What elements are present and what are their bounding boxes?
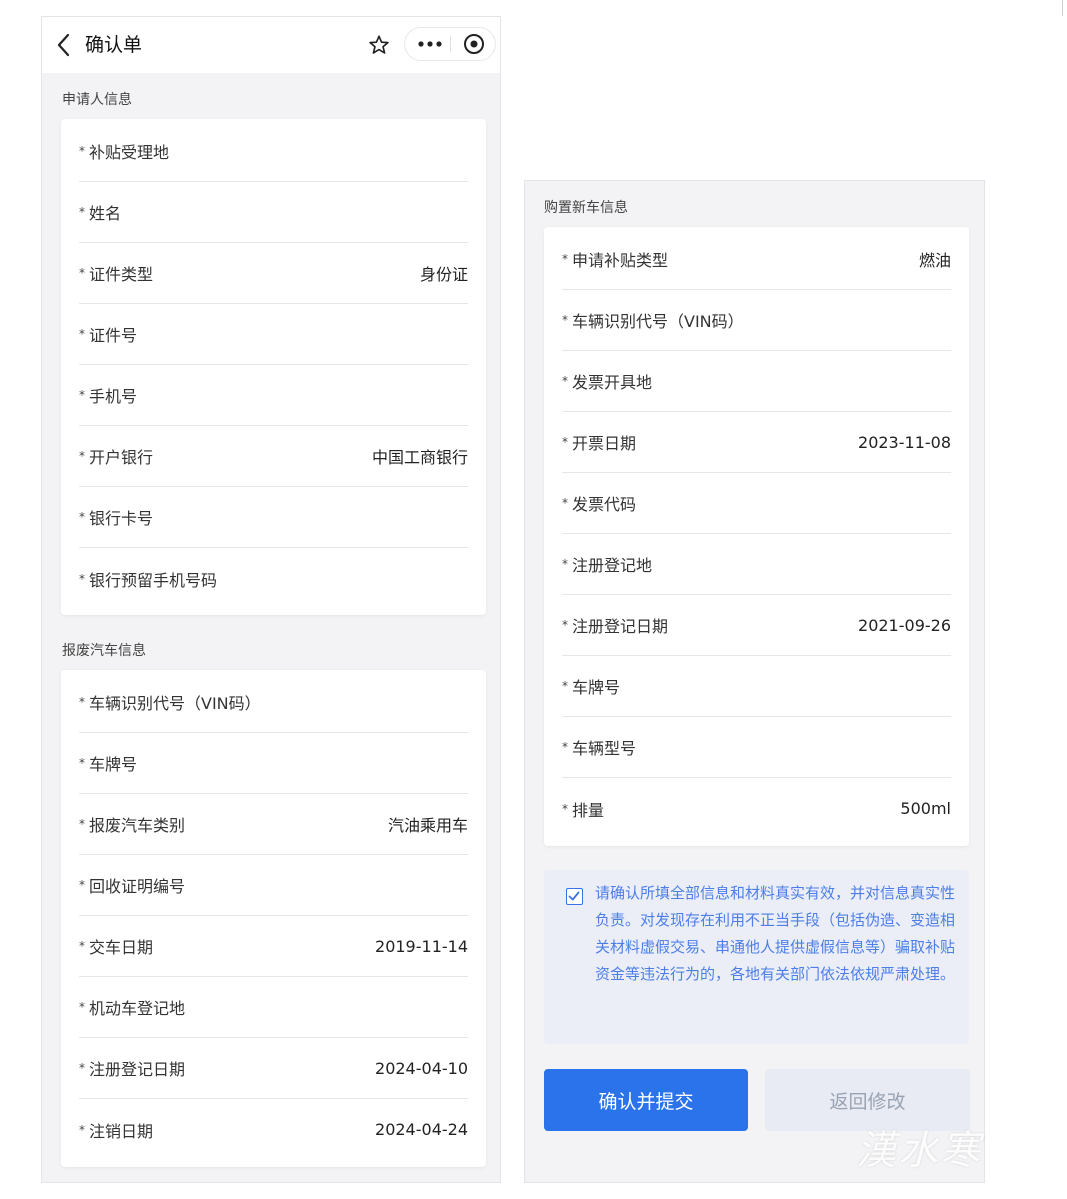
section-title-scrap: 报废汽车信息: [62, 643, 146, 659]
more-button[interactable]: [411, 28, 449, 60]
form-row[interactable]: * 排量 500ml: [562, 778, 951, 839]
form-row[interactable]: * 车辆识别代号（VIN码）: [79, 672, 468, 733]
form-row[interactable]: * 证件号: [79, 304, 468, 365]
applicant-card: * 补贴受理地 * 姓名 * 证件类型 身份证 * 证件号 * 手机号 * 开户银行 中国工商银…: [61, 119, 486, 615]
nav-bar: 确认单: [42, 17, 500, 73]
star-icon: [369, 35, 389, 54]
back-arrow-icon[interactable]: [56, 32, 70, 58]
form-row[interactable]: * 车牌号: [562, 656, 951, 717]
scrap-card: * 车辆识别代号（VIN码） * 车牌号 * 报废汽车类别 汽油乘用车 * 回收证明编号 …: [61, 670, 486, 1167]
section-title-applicant: 申请人信息: [62, 92, 132, 108]
close-miniprogram-button[interactable]: [455, 28, 493, 60]
form-row[interactable]: * 交车日期 2019-11-14: [79, 916, 468, 977]
capsule-menu: [404, 27, 496, 61]
newcar-card: * 申请补贴类型 燃油 * 车辆识别代号（VIN码） * 发票开具地 * 开票日期 2023…: [544, 227, 969, 846]
form-row[interactable]: * 银行卡号: [79, 487, 468, 548]
capsule-divider: [450, 36, 451, 52]
left-screen: 确认单 申请人信息 * 补贴受理地 * 姓名 * 证件类型 身份证 * 证件号 …: [41, 16, 501, 1183]
watermark: 漢水寒: [856, 1128, 982, 1174]
form-row[interactable]: * 机动车登记地: [79, 977, 468, 1038]
form-row[interactable]: * 开票日期 2023-11-08: [562, 412, 951, 473]
confirm-submit-button[interactable]: 确认并提交: [544, 1069, 748, 1131]
form-row[interactable]: * 注销日期 2024-04-24: [79, 1099, 468, 1160]
form-row[interactable]: * 申请补贴类型 燃油: [562, 229, 951, 290]
section-title-newcar: 购置新车信息: [544, 200, 628, 216]
agree-checkbox[interactable]: [566, 888, 583, 905]
form-row[interactable]: * 车辆识别代号（VIN码）: [562, 290, 951, 351]
more-dots-icon: [418, 41, 442, 47]
form-row[interactable]: * 报废汽车类别 汽油乘用车: [79, 794, 468, 855]
right-screen: 购置新车信息 * 申请补贴类型 燃油 * 车辆识别代号（VIN码） * 发票开具地 * 开…: [524, 180, 985, 1183]
corner-mark: [1062, 0, 1063, 16]
form-row[interactable]: * 姓名: [79, 182, 468, 243]
form-row[interactable]: * 车辆型号: [562, 717, 951, 778]
form-row[interactable]: * 车牌号: [79, 733, 468, 794]
form-row[interactable]: * 证件类型 身份证: [79, 243, 468, 304]
favorite-button[interactable]: [362, 30, 396, 60]
form-row[interactable]: * 回收证明编号: [79, 855, 468, 916]
form-row[interactable]: * 开户银行 中国工商银行: [79, 426, 468, 487]
form-row[interactable]: * 注册登记地: [562, 534, 951, 595]
page-title: 确认单: [85, 34, 143, 56]
checkmark-icon: [568, 891, 580, 901]
form-row[interactable]: * 手机号: [79, 365, 468, 426]
target-circle-icon: [464, 34, 484, 54]
form-row[interactable]: * 银行预留手机号码: [79, 548, 468, 609]
form-row[interactable]: * 补贴受理地: [79, 121, 468, 182]
form-row[interactable]: * 注册登记日期 2021-09-26: [562, 595, 951, 656]
declaration-text: 请确认所填全部信息和材料真实有效，并对信息真实性负责。对发现存在利用不正当手段（…: [595, 884, 956, 983]
form-row[interactable]: * 注册登记日期 2024-04-10: [79, 1038, 468, 1099]
declaration-notice: 请确认所填全部信息和材料真实有效，并对信息真实性负责。对发现存在利用不正当手段（…: [544, 870, 969, 1044]
form-row[interactable]: * 发票开具地: [562, 351, 951, 412]
form-row[interactable]: * 发票代码: [562, 473, 951, 534]
